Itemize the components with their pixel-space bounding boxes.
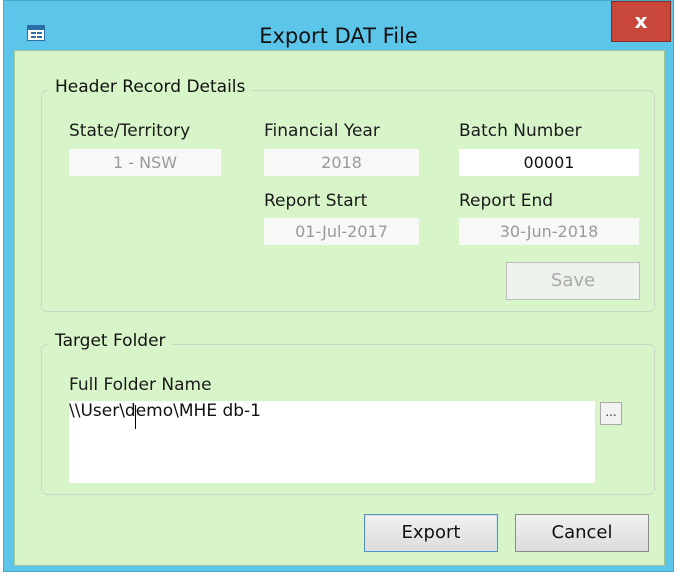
browse-folder-button[interactable]: ... <box>600 402 622 425</box>
report-start-label: Report Start <box>264 191 368 211</box>
folder-name-value: \\User\demo\MHE db-1 <box>69 401 261 421</box>
close-button[interactable]: x <box>611 1 671 42</box>
batch-number-label: Batch Number <box>459 121 582 141</box>
save-button[interactable]: Save <box>506 262 640 300</box>
batch-number-field[interactable]: 00001 <box>459 149 639 176</box>
state-territory-field: 1 - NSW <box>69 149 221 176</box>
state-territory-label: State/Territory <box>69 121 191 141</box>
header-record-legend: Header Record Details <box>49 77 252 97</box>
export-button[interactable]: Export <box>364 514 498 552</box>
text-cursor <box>135 405 136 429</box>
folder-name-input[interactable]: \\User\demo\MHE db-1 <box>69 401 595 483</box>
report-start-field: 01-Jul-2017 <box>264 218 419 245</box>
cancel-button[interactable]: Cancel <box>515 514 649 552</box>
full-folder-name-label: Full Folder Name <box>69 375 212 395</box>
export-dat-window: Export DAT File x Header Record Details … <box>3 0 674 572</box>
window-title: Export DAT File <box>259 24 418 48</box>
dialog-client-area: Header Record Details State/Territory 1 … <box>14 50 665 566</box>
report-end-label: Report End <box>459 191 554 211</box>
financial-year-label: Financial Year <box>264 121 380 141</box>
target-folder-legend: Target Folder <box>49 331 172 351</box>
financial-year-field: 2018 <box>264 149 419 176</box>
report-end-field: 30-Jun-2018 <box>459 218 639 245</box>
close-icon: x <box>634 9 648 33</box>
